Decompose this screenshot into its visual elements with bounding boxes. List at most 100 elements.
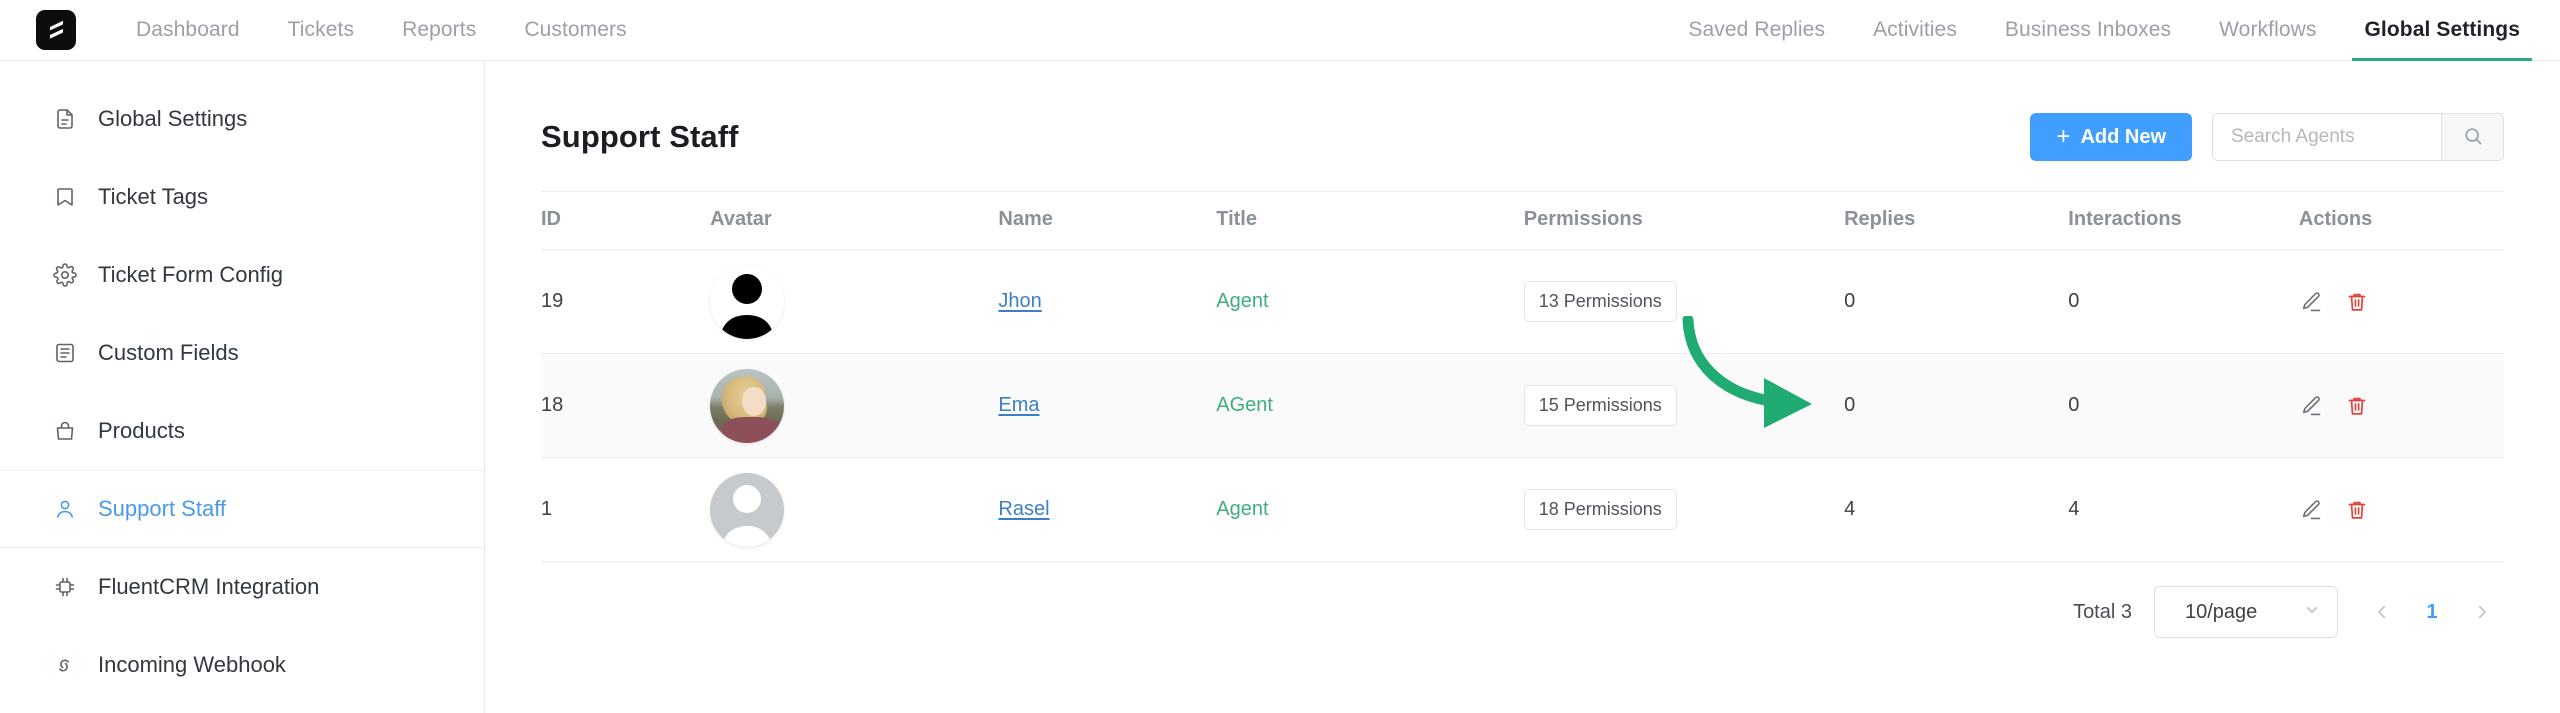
page-body: Global Settings Ticket Tags Ticket Form … xyxy=(0,61,2560,713)
nav-item-activities[interactable]: Activities xyxy=(1849,0,1981,60)
header-actions: + Add New xyxy=(2030,113,2504,161)
cell-permissions: 13 Permissions xyxy=(1523,249,1845,354)
avatar xyxy=(710,368,785,443)
cell-name: Rasel xyxy=(998,457,1217,562)
sidebar-item-fluentcrm-integration[interactable]: FluentCRM Integration xyxy=(0,548,484,626)
sidebar-item-label: Ticket Form Config xyxy=(98,262,284,287)
main-content: Support Staff + Add New Search Agents ID… xyxy=(485,61,2560,713)
column-header-replies: Replies xyxy=(1844,191,2069,250)
page-title: Support Staff xyxy=(541,119,739,154)
nav-label: Business Inboxes xyxy=(2004,18,2172,41)
cell-interactions: 4 xyxy=(2068,457,2299,562)
prev-page-button[interactable] xyxy=(2360,590,2404,634)
nav-label: Saved Replies xyxy=(1688,18,1826,41)
table-row: 18 Ema AGent 15 Permissions 0 0 xyxy=(541,353,2504,458)
column-header-id: ID xyxy=(541,191,711,250)
permissions-badge[interactable]: 15 Permissions xyxy=(1523,385,1677,426)
plus-icon: + xyxy=(2056,123,2071,150)
search-input[interactable] xyxy=(2213,114,2441,160)
delete-icon[interactable] xyxy=(2345,394,2369,418)
cell-id: 18 xyxy=(541,353,711,458)
page-header: Support Staff + Add New xyxy=(541,105,2504,169)
nav-label: Reports xyxy=(402,18,477,41)
table-head: ID Avatar Name Title Permissions Replies… xyxy=(541,191,2504,250)
chevron-down-icon xyxy=(2303,601,2321,624)
avatar xyxy=(710,264,785,339)
nav-item-workflows[interactable]: Workflows xyxy=(2195,0,2340,60)
row-actions xyxy=(2299,290,2504,314)
cell-replies: 0 xyxy=(1844,249,2069,354)
delete-icon[interactable] xyxy=(2345,290,2369,314)
sidebar-item-label: Incoming Webhook xyxy=(98,652,286,677)
permissions-badge[interactable]: 18 Permissions xyxy=(1523,489,1677,530)
nav-label: Activities xyxy=(1873,18,1957,41)
nav-item-saved-replies[interactable]: Saved Replies xyxy=(1664,0,1849,60)
cell-replies: 0 xyxy=(1844,353,2069,458)
column-header-interactions: Interactions xyxy=(2068,191,2299,250)
search-button[interactable] xyxy=(2441,114,2503,160)
cell-name: Jhon xyxy=(998,249,1217,354)
delete-icon[interactable] xyxy=(2345,498,2369,522)
sidebar-item-support-staff[interactable]: Support Staff xyxy=(0,470,484,548)
column-header-actions: Actions xyxy=(2298,191,2504,250)
sidebar-item-ticket-tags[interactable]: Ticket Tags xyxy=(0,158,484,236)
user-icon xyxy=(52,496,78,522)
cell-replies: 4 xyxy=(1844,457,2069,562)
avatar xyxy=(710,472,785,547)
nav-item-dashboard[interactable]: Dashboard xyxy=(112,0,264,60)
cell-interactions: 0 xyxy=(2068,353,2299,458)
bookmark-icon xyxy=(52,184,78,210)
permissions-badge[interactable]: 13 Permissions xyxy=(1523,281,1677,322)
sidebar-item-label: Products xyxy=(98,418,185,443)
cell-avatar xyxy=(710,457,999,562)
pagination: 1 xyxy=(2360,590,2504,634)
sidebar-item-label: Support Staff xyxy=(98,496,227,521)
table-row: 19 Jhon Agent 13 Permissions 0 0 xyxy=(541,249,2504,354)
support-staff-card: Support Staff + Add New Search Agents ID… xyxy=(485,61,2560,713)
agent-name-link[interactable]: Ema xyxy=(998,394,1039,416)
add-new-button[interactable]: + Add New xyxy=(2030,113,2192,161)
gear-icon xyxy=(52,262,78,288)
nav-item-customers[interactable]: Customers xyxy=(500,0,650,60)
avatar-photo-face xyxy=(742,386,767,416)
nav-label: Global Settings xyxy=(2364,18,2520,41)
page-size-select[interactable]: 10/page xyxy=(2154,586,2338,638)
sidebar-item-label: Global Settings xyxy=(98,106,248,131)
cell-id: 1 xyxy=(541,457,711,562)
cell-title: AGent xyxy=(1216,353,1524,458)
agent-title: Agent xyxy=(1216,498,1269,520)
cell-avatar xyxy=(710,353,999,458)
nav-item-global-settings[interactable]: Global Settings xyxy=(2340,0,2544,61)
card-inner: Support Staff + Add New Search Agents ID… xyxy=(485,105,2560,638)
app-logo[interactable] xyxy=(0,0,112,60)
sidebar-item-label: Custom Fields xyxy=(98,340,239,365)
agent-name-link[interactable]: Rasel xyxy=(998,498,1049,520)
support-staff-table: ID Avatar Name Title Permissions Replies… xyxy=(541,191,2504,562)
edit-icon[interactable] xyxy=(2299,290,2323,314)
agent-name-link[interactable]: Jhon xyxy=(998,290,1041,312)
settings-sidebar: Global Settings Ticket Tags Ticket Form … xyxy=(0,61,485,713)
sidebar-item-ticket-form-config[interactable]: Ticket Form Config xyxy=(0,236,484,314)
table-header-row: ID Avatar Name Title Permissions Replies… xyxy=(541,191,2504,250)
edit-icon[interactable] xyxy=(2299,394,2323,418)
cell-avatar xyxy=(710,249,999,354)
page-size-value: 10/page xyxy=(2185,600,2258,623)
nav-item-business-inboxes[interactable]: Business Inboxes xyxy=(1981,0,2195,60)
sidebar-item-custom-fields[interactable]: Custom Fields xyxy=(0,314,484,392)
next-page-button[interactable] xyxy=(2460,590,2504,634)
sidebar-item-incoming-webhook[interactable]: Incoming Webhook xyxy=(0,626,484,704)
column-header-permissions: Permissions xyxy=(1523,191,1845,250)
nav-item-reports[interactable]: Reports xyxy=(378,0,500,60)
page-number-1[interactable]: 1 xyxy=(2410,590,2454,634)
avatar-photo-body xyxy=(722,416,781,443)
cell-title: Agent xyxy=(1216,249,1524,354)
sidebar-item-global-settings[interactable]: Global Settings xyxy=(0,80,484,158)
column-header-avatar: Avatar xyxy=(710,191,999,250)
cell-actions xyxy=(2298,353,2504,458)
chip-icon xyxy=(52,574,78,600)
document-icon xyxy=(52,106,78,132)
edit-icon[interactable] xyxy=(2299,498,2323,522)
nav-item-tickets[interactable]: Tickets xyxy=(264,0,378,60)
sidebar-item-products[interactable]: Products xyxy=(0,392,484,470)
nav-label: Workflows xyxy=(2219,18,2317,41)
